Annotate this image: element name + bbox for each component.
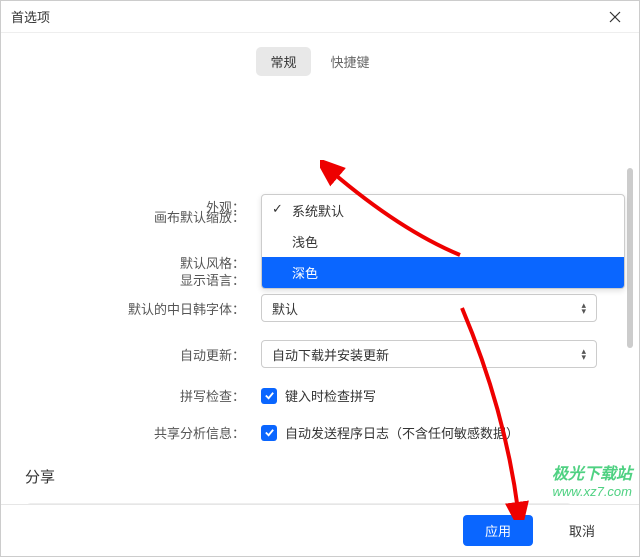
auto-update-value: 自动下载并安装更新: [272, 345, 389, 364]
check-icon: [264, 390, 275, 401]
label-language: 显示语言：: [1, 267, 261, 295]
apply-button[interactable]: 应用: [463, 515, 533, 546]
share-analytics-label: 自动发送程序日志（不含任何敏感数据）: [285, 423, 519, 442]
label-cjk-font: 默认的中日韩字体：: [1, 299, 261, 318]
cjk-font-select[interactable]: 默认 ▴▾: [261, 294, 597, 322]
cancel-button[interactable]: 取消: [547, 515, 617, 546]
auto-update-select[interactable]: 自动下载并安装更新 ▴▾: [261, 340, 597, 368]
appearance-option-dark[interactable]: 深色: [262, 257, 624, 288]
spell-check-label: 键入时检查拼写: [285, 386, 376, 405]
cjk-font-value: 默认: [272, 299, 298, 318]
tab-shortcuts[interactable]: 快捷键: [317, 47, 384, 76]
check-icon: [264, 427, 275, 438]
updown-icon: ▴▾: [581, 348, 586, 360]
label-share-analytics: 共享分析信息：: [1, 423, 261, 442]
close-icon: [609, 11, 621, 23]
close-button[interactable]: [601, 3, 629, 31]
window-title: 首选项: [11, 7, 50, 26]
appearance-option-light[interactable]: 浅色: [262, 226, 624, 257]
label-appearance: 外观：: [1, 194, 261, 222]
share-analytics-checkbox[interactable]: [261, 425, 277, 441]
spell-check-checkbox[interactable]: [261, 388, 277, 404]
label-auto-update: 自动更新：: [1, 345, 261, 364]
appearance-option-system[interactable]: ✓ 系统默认: [262, 195, 624, 226]
appearance-dropdown[interactable]: ✓ 系统默认 浅色 深色: [261, 194, 625, 289]
tab-general[interactable]: 常规: [256, 47, 310, 76]
label-spell-check: 拼写检查：: [1, 386, 261, 405]
section-share-title: 分享: [25, 466, 597, 487]
check-icon: ✓: [272, 201, 283, 217]
updown-icon: ▴▾: [581, 302, 586, 314]
